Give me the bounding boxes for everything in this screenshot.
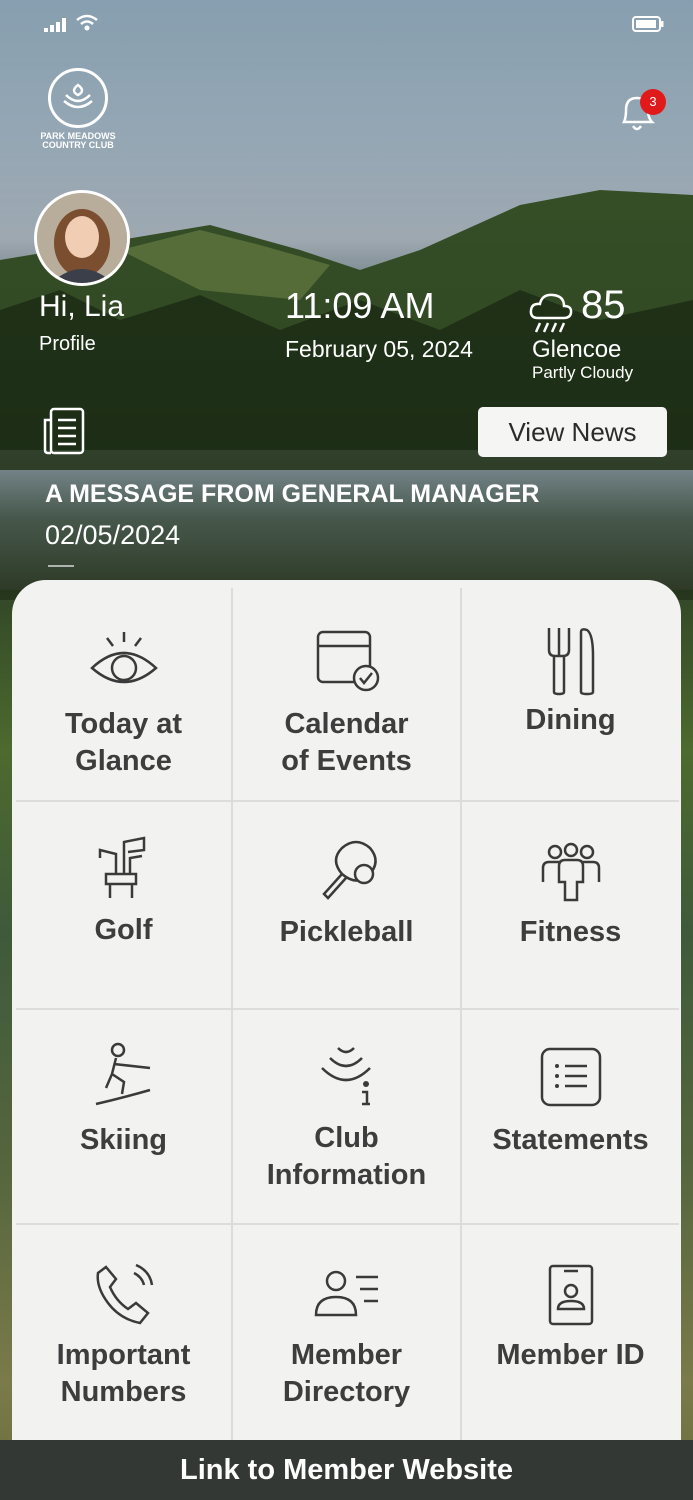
- carousel-indicator: [48, 565, 74, 567]
- rain-cloud-icon: [529, 293, 573, 333]
- menu-item-label: Directory: [282, 1376, 411, 1408]
- member-website-link[interactable]: Link to Member Website: [0, 1440, 693, 1500]
- menu-item-label: Statements: [492, 1124, 649, 1156]
- golf-clubs-icon: [98, 836, 145, 898]
- news-date: 02/05/2024: [45, 520, 181, 550]
- calendar-check-icon: [316, 630, 379, 692]
- club-info-icon: [320, 1047, 371, 1106]
- menu-item-pickleball[interactable]: Pickleball: [233, 802, 460, 1008]
- menu-item-golf[interactable]: Golf: [16, 802, 231, 1008]
- weather-temperature: 85: [581, 283, 626, 327]
- battery-icon: [632, 16, 664, 32]
- notification-badge: 3: [640, 89, 666, 115]
- phone-icon: [95, 1263, 153, 1325]
- club-logo[interactable]: PARK MEADOWS COUNTRY CLUB: [38, 68, 118, 150]
- menu-item-label: Skiing: [79, 1124, 167, 1156]
- fork-knife-icon: [547, 628, 594, 696]
- weather-city: Glencoe: [532, 336, 622, 363]
- logo-emblem-icon: [48, 68, 108, 128]
- pickleball-paddle-icon: [321, 840, 377, 900]
- menu-item-member-directory[interactable]: Member Directory: [233, 1225, 460, 1448]
- news-title[interactable]: A MESSAGE FROM GENERAL MANAGER: [45, 480, 539, 509]
- menu-item-label: Pickleball: [279, 916, 414, 948]
- current-date: February 05, 2024: [285, 336, 473, 362]
- menu-item-skiing[interactable]: Skiing: [16, 1010, 231, 1223]
- menu-item-label: Fitness: [519, 916, 622, 948]
- menu-item-member-id[interactable]: Member ID: [462, 1225, 679, 1448]
- eye-icon: [89, 632, 158, 684]
- profile-link[interactable]: Profile: [39, 333, 96, 356]
- news-icon: [43, 407, 85, 455]
- menu-item-label: Member ID: [496, 1339, 645, 1371]
- statement-list-icon: [540, 1047, 601, 1107]
- menu-item-label: Important: [56, 1339, 191, 1371]
- menu-item-label: Glance: [75, 745, 172, 777]
- menu-item-important-numbers[interactable]: Important Numbers: [16, 1225, 231, 1448]
- member-directory-icon: [314, 1270, 378, 1317]
- menu-item-fitness[interactable]: Fitness: [462, 802, 679, 1008]
- menu-item-label: Calendar: [284, 708, 409, 740]
- menu-item-label: of Events: [281, 745, 412, 777]
- menu-item-label: Today at: [64, 708, 183, 740]
- view-news-button[interactable]: View News: [478, 407, 667, 457]
- menu-item-today-at-glance[interactable]: Today at Glance: [16, 588, 231, 800]
- menu-item-label: Information: [266, 1159, 427, 1191]
- current-time: 11:09 AM: [285, 285, 435, 326]
- skier-icon: [95, 1042, 150, 1106]
- avatar[interactable]: [34, 190, 130, 286]
- menu-item-label: Dining: [525, 704, 616, 736]
- menu-item-label: Numbers: [60, 1376, 187, 1408]
- weather-condition: Partly Cloudy: [532, 363, 634, 382]
- menu-item-statements[interactable]: Statements: [462, 1010, 679, 1223]
- menu-item-dining[interactable]: Dining: [462, 588, 679, 800]
- menu-item-label: Club: [314, 1122, 379, 1154]
- menu-item-club-information[interactable]: Club Information: [233, 1010, 460, 1223]
- group-people-icon: [541, 842, 600, 902]
- status-bar: [44, 14, 664, 34]
- greeting: Hi, Lia: [39, 290, 125, 323]
- menu-item-calendar-of-events[interactable]: Calendar of Events: [233, 588, 460, 800]
- logo-text: PARK MEADOWS COUNTRY CLUB: [40, 131, 116, 150]
- id-badge-icon: [548, 1264, 593, 1326]
- menu-panel: Today at Glance Calendar of Events Dinin…: [12, 580, 681, 1460]
- menu-item-label: Member: [290, 1339, 403, 1371]
- menu-item-label: Golf: [94, 914, 153, 946]
- wifi-icon: [76, 14, 98, 31]
- signal-icon: [44, 18, 66, 32]
